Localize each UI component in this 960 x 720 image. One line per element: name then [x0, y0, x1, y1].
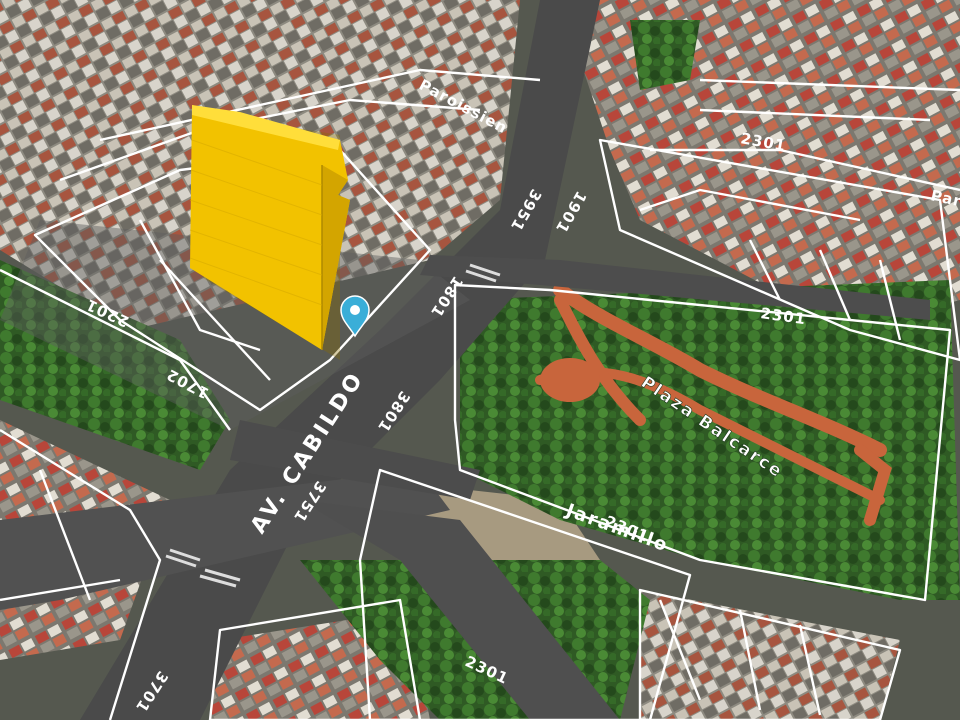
satellite-map[interactable]: AV. CABILDO Plaza Balcarce Jaramillo Par…	[0, 0, 960, 720]
